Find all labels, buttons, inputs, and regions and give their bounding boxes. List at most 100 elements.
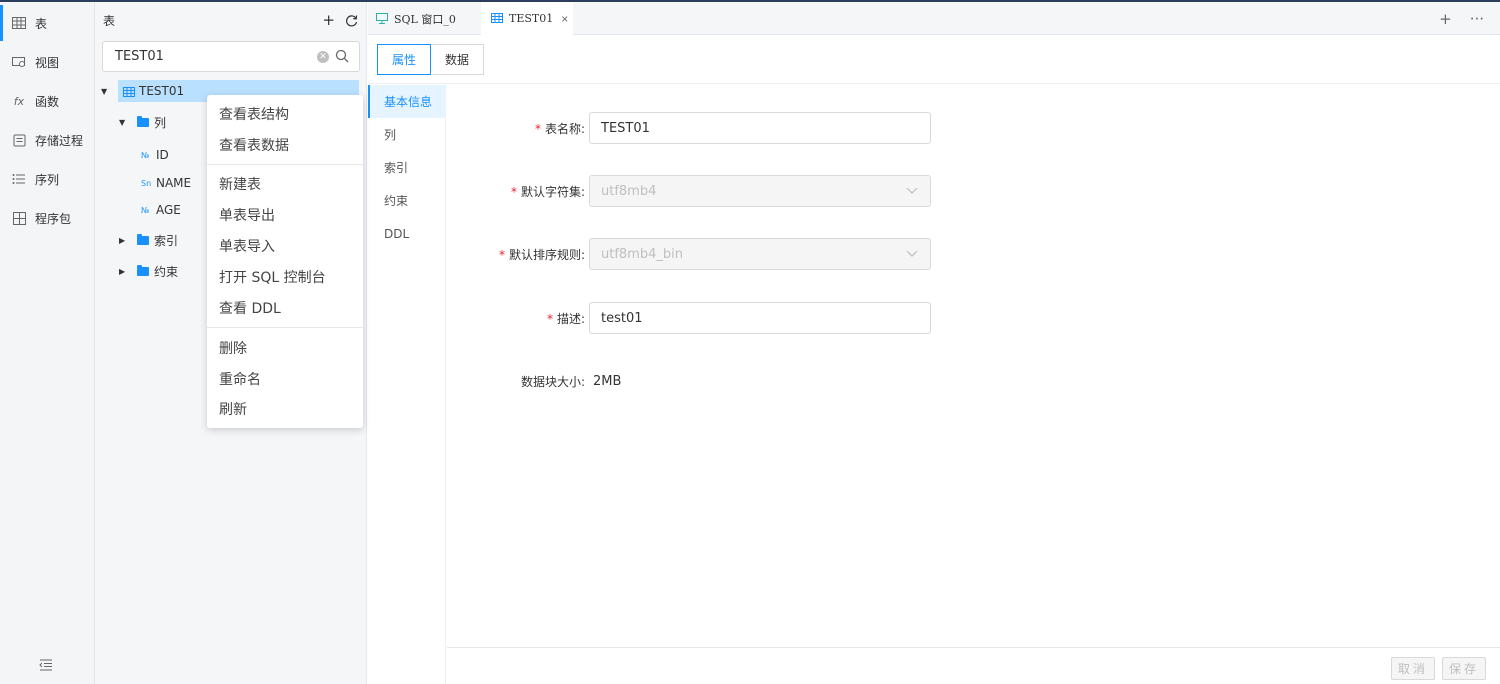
- caret-down-icon[interactable]: ▼: [101, 87, 111, 96]
- charset-label: * 默认字符集:: [510, 184, 585, 199]
- table-icon: [12, 16, 26, 30]
- prop-nav-indexes[interactable]: 索引: [368, 151, 446, 184]
- form-row-charset: * 默认字符集: utf8mb4: [447, 175, 931, 207]
- charset-select[interactable]: utf8mb4: [589, 175, 931, 207]
- nav-item-package[interactable]: 程序包: [0, 200, 95, 236]
- table-name-label: * 表名称:: [534, 121, 585, 136]
- procedure-icon: [12, 133, 26, 147]
- tab-sql-window[interactable]: SQL 窗口_0: [376, 2, 484, 35]
- tree-node-column-age[interactable]: № AGE: [141, 199, 181, 221]
- view-mode-switch: 属性 数据: [377, 44, 485, 75]
- object-type-nav: 表 视图 fx 函数 存储过程 序列 程序包: [0, 2, 95, 684]
- cancel-button[interactable]: 取消: [1391, 657, 1435, 680]
- nav-item-sequence[interactable]: 序列: [0, 161, 95, 197]
- add-icon[interactable]: +: [322, 11, 335, 31]
- sequence-icon: [12, 172, 26, 186]
- nav-item-label: 表: [35, 16, 48, 31]
- chevron-down-icon: [906, 247, 918, 259]
- tree-node-label: TEST01: [139, 84, 185, 98]
- function-icon: fx: [13, 94, 25, 108]
- new-tab-icon[interactable]: +: [1439, 10, 1452, 28]
- refresh-icon[interactable]: [345, 11, 358, 31]
- nav-item-label: 序列: [35, 172, 60, 187]
- search-input-value: TEST01: [115, 49, 164, 64]
- menu-item-delete[interactable]: 删除: [207, 334, 363, 362]
- form-footer: 取消 保存: [447, 647, 1500, 684]
- divider: [368, 83, 1500, 84]
- collation-select[interactable]: utf8mb4_bin: [589, 238, 931, 270]
- properties-nav: 基本信息 列 索引 约束 DDL: [368, 84, 446, 684]
- tree-node-expander[interactable]: ▼: [101, 80, 111, 102]
- save-button[interactable]: 保存: [1442, 657, 1486, 680]
- prop-nav-ddl[interactable]: DDL: [368, 217, 446, 250]
- tree-node-label: 约束: [154, 264, 179, 279]
- menu-item-export-table[interactable]: 单表导出: [207, 201, 363, 229]
- form-row-collation: * 默认排序规则: utf8mb4_bin: [447, 238, 931, 270]
- collapse-nav-icon[interactable]: [38, 658, 54, 672]
- nav-item-view[interactable]: 视图: [0, 44, 95, 80]
- table-name-input[interactable]: TEST01: [589, 112, 931, 144]
- more-icon[interactable]: ···: [1470, 10, 1484, 28]
- block-size-label: 数据块大小:: [520, 374, 585, 389]
- prop-nav-constraints[interactable]: 约束: [368, 184, 446, 217]
- tab-data[interactable]: 数据: [431, 44, 485, 75]
- tree-node-label: AGE: [156, 203, 181, 217]
- collation-label: * 默认排序规则:: [498, 247, 585, 262]
- nav-item-procedure[interactable]: 存储过程: [0, 122, 95, 158]
- menu-item-open-sql-console[interactable]: 打开 SQL 控制台: [207, 263, 363, 291]
- nav-item-label: 存储过程: [35, 133, 84, 148]
- tree-node-indexes[interactable]: ▶ 索引: [119, 229, 178, 251]
- nav-item-label: 程序包: [35, 211, 72, 226]
- tree-node-label: ID: [156, 148, 169, 162]
- search-icon[interactable]: [335, 49, 349, 63]
- form-row-block-size: 数据块大小: 2MB: [447, 365, 621, 397]
- number-type-icon: №: [141, 205, 150, 215]
- prop-nav-basic-info[interactable]: 基本信息: [368, 85, 446, 118]
- editor-tabs-bar: SQL 窗口_0 TEST01 × + ···: [368, 2, 1500, 35]
- menu-item-rename[interactable]: 重命名: [207, 365, 363, 393]
- menu-divider: [207, 327, 363, 328]
- description-input[interactable]: test01: [589, 302, 931, 334]
- description-label: * 描述:: [546, 311, 585, 326]
- nav-item-table[interactable]: 表: [0, 5, 95, 41]
- tree-node-label: 索引: [154, 233, 179, 248]
- caret-right-icon[interactable]: ▶: [119, 236, 129, 245]
- tab-properties[interactable]: 属性: [377, 44, 432, 75]
- nav-item-label: 函数: [35, 94, 60, 109]
- tree-panel-title: 表: [103, 14, 116, 28]
- table-icon: [491, 13, 503, 24]
- nav-item-function[interactable]: fx 函数: [0, 83, 95, 119]
- required-mark: *: [498, 247, 505, 262]
- prop-nav-columns[interactable]: 列: [368, 118, 446, 151]
- menu-item-view-data[interactable]: 查看表数据: [207, 131, 363, 159]
- clear-search-icon[interactable]: ✕: [317, 51, 329, 63]
- folder-icon: [137, 115, 149, 127]
- tree-node-columns[interactable]: ▼ 列: [119, 111, 166, 133]
- menu-item-view-structure[interactable]: 查看表结构: [207, 100, 363, 128]
- tree-node-column-name[interactable]: Sn NAME: [141, 172, 191, 194]
- block-size-value: 2MB: [593, 373, 622, 389]
- menu-item-view-ddl[interactable]: 查看 DDL: [207, 294, 363, 322]
- tab-test01[interactable]: TEST01 ×: [481, 2, 573, 35]
- tree-node-label: NAME: [156, 176, 192, 190]
- form-row-description: * 描述: test01: [447, 302, 931, 334]
- sql-console-icon: [376, 13, 388, 24]
- package-icon: [12, 211, 26, 225]
- form-row-table-name: * 表名称: TEST01: [447, 112, 931, 144]
- menu-item-new-table[interactable]: 新建表: [207, 170, 363, 198]
- menu-item-refresh[interactable]: 刷新: [207, 395, 363, 423]
- caret-down-icon[interactable]: ▼: [119, 118, 129, 127]
- number-type-icon: №: [141, 150, 150, 160]
- chevron-down-icon: [906, 184, 918, 196]
- close-tab-icon[interactable]: ×: [561, 12, 568, 26]
- required-mark: *: [510, 184, 517, 199]
- tree-node-column-id[interactable]: № ID: [141, 144, 169, 166]
- required-mark: *: [534, 121, 541, 136]
- menu-divider: [207, 164, 363, 165]
- tree-search-input[interactable]: TEST01 ✕: [102, 41, 360, 72]
- menu-item-import-table[interactable]: 单表导入: [207, 232, 363, 260]
- table-icon: [123, 86, 135, 97]
- caret-right-icon[interactable]: ▶: [119, 267, 129, 276]
- tree-node-constraints[interactable]: ▶ 约束: [119, 260, 178, 282]
- required-mark: *: [546, 311, 553, 326]
